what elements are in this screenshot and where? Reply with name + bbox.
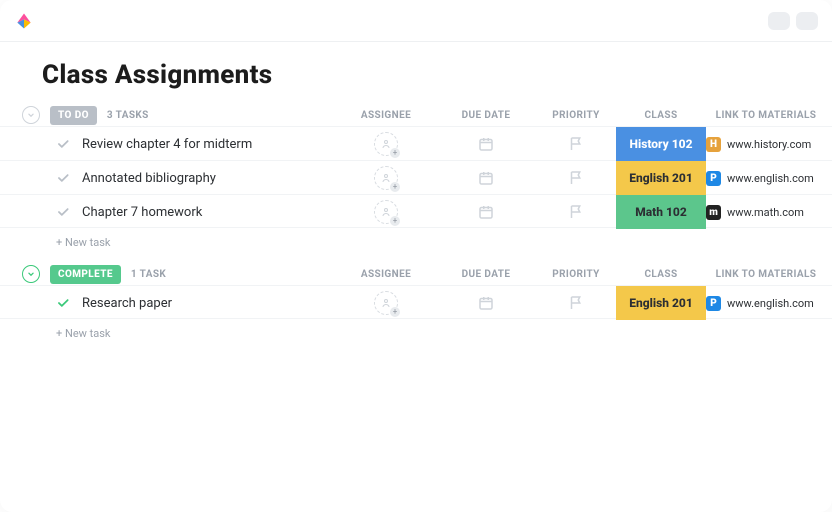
topbar-actions	[768, 12, 818, 30]
task-count: 1 TASK	[131, 269, 166, 280]
column-headers: ASSIGNEEDUE DATEPRIORITYCLASSLINK TO MAT…	[336, 263, 826, 285]
class-badge[interactable]: English 201	[616, 161, 706, 195]
section-toggle-icon[interactable]	[22, 265, 40, 283]
assignee-cell[interactable]	[336, 200, 436, 224]
section-toggle-icon[interactable]	[22, 106, 40, 124]
link-text: www.math.com	[727, 206, 804, 219]
assignee-cell[interactable]	[336, 166, 436, 190]
link-text: www.english.com	[727, 172, 814, 185]
topbar-button-1[interactable]	[768, 12, 790, 30]
page-title: Class Assignments	[0, 42, 832, 104]
class-badge[interactable]: Math 102	[616, 195, 706, 229]
topbar	[0, 0, 832, 42]
due-date-cell[interactable]	[436, 169, 536, 187]
status-pill[interactable]: COMPLETE	[50, 265, 121, 284]
priority-cell[interactable]	[536, 294, 616, 312]
priority-cell[interactable]	[536, 203, 616, 221]
link-cell[interactable]: Pwww.english.com	[706, 296, 826, 311]
assignee-add-icon[interactable]	[374, 200, 398, 224]
section-todo: TO DO 3 TASKS ASSIGNEEDUE DATEPRIORITYCLAS…	[0, 104, 832, 249]
column-headers: ASSIGNEEDUE DATEPRIORITYCLASSLINK TO MAT…	[336, 104, 826, 126]
link-text: www.history.com	[727, 138, 811, 151]
link-cell[interactable]: Pwww.english.com	[706, 171, 826, 186]
check-icon[interactable]	[56, 296, 70, 310]
col-assignee: ASSIGNEE	[336, 110, 436, 121]
assignee-add-icon[interactable]	[374, 166, 398, 190]
col-due-date: DUE DATE	[436, 110, 536, 121]
class-badge[interactable]: English 201	[616, 286, 706, 320]
new-task-button[interactable]: + New task	[0, 319, 832, 340]
col-priority: PRIORITY	[536, 110, 616, 121]
link-cell[interactable]: Hwww.history.com	[706, 137, 826, 152]
assignee-add-icon[interactable]	[374, 132, 398, 156]
class-badge[interactable]: History 102	[616, 127, 706, 161]
col-priority: PRIORITY	[536, 269, 616, 280]
priority-cell[interactable]	[536, 169, 616, 187]
task-row[interactable]: Chapter 7 homework Math 102m www.math.com	[0, 194, 832, 228]
status-pill[interactable]: TO DO	[50, 106, 97, 125]
link-cell[interactable]: m www.math.com	[706, 205, 826, 220]
favicon-icon: P	[706, 171, 721, 186]
col-due-date: DUE DATE	[436, 269, 536, 280]
col-class: CLASS	[616, 269, 706, 280]
favicon-icon: P	[706, 296, 721, 311]
priority-cell[interactable]	[536, 135, 616, 153]
due-date-cell[interactable]	[436, 135, 536, 153]
task-row[interactable]: Annotated bibliography English 201Pwww.en…	[0, 160, 832, 194]
task-row[interactable]: Research paper English 201Pwww.english.co…	[0, 285, 832, 319]
due-date-cell[interactable]	[436, 203, 536, 221]
task-name: Research paper	[82, 296, 172, 311]
col-link: LINK TO MATERIALS	[706, 110, 826, 121]
topbar-button-2[interactable]	[796, 12, 818, 30]
favicon-icon: m	[706, 205, 721, 220]
favicon-icon: H	[706, 137, 721, 152]
due-date-cell[interactable]	[436, 294, 536, 312]
assignee-cell[interactable]	[336, 291, 436, 315]
section-complete: COMPLETE 1 TASK ASSIGNEEDUE DATEPRIORITYCL…	[0, 263, 832, 340]
check-icon[interactable]	[56, 171, 70, 185]
link-text: www.english.com	[727, 297, 814, 310]
task-name: Annotated bibliography	[82, 171, 216, 186]
assignee-cell[interactable]	[336, 132, 436, 156]
col-link: LINK TO MATERIALS	[706, 269, 826, 280]
col-assignee: ASSIGNEE	[336, 269, 436, 280]
app-logo-icon	[14, 11, 34, 31]
assignee-add-icon[interactable]	[374, 291, 398, 315]
task-row[interactable]: Review chapter 4 for midterm History 102H…	[0, 126, 832, 160]
new-task-button[interactable]: + New task	[0, 228, 832, 249]
task-name: Chapter 7 homework	[82, 205, 202, 220]
check-icon[interactable]	[56, 137, 70, 151]
task-name: Review chapter 4 for midterm	[82, 137, 252, 152]
check-icon[interactable]	[56, 205, 70, 219]
app-window: Class Assignments TO DO3 TASKSASSIGNEEDU…	[0, 0, 832, 512]
task-count: 3 TASKS	[107, 110, 149, 121]
col-class: CLASS	[616, 110, 706, 121]
